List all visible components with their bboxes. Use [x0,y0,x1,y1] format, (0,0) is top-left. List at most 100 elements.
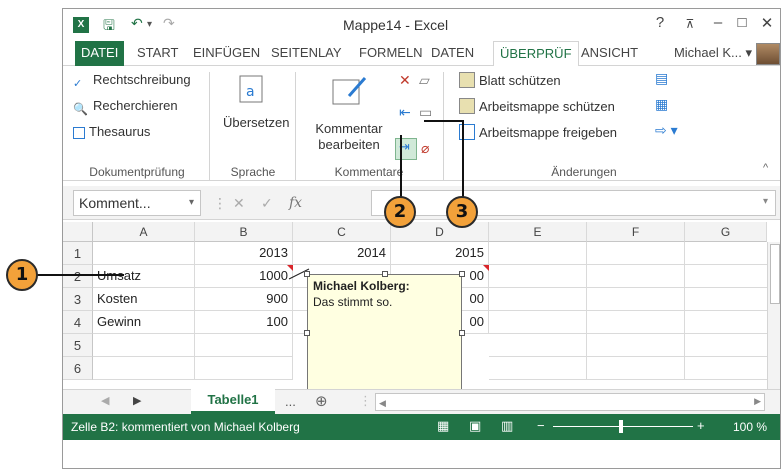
resize-handle[interactable] [382,271,388,277]
column-header-g[interactable]: G [685,222,767,242]
minimize-button[interactable]: – [706,14,730,31]
tab-ueberpruefen[interactable]: ÜBERPRÜF [493,41,579,67]
scroll-right-icon[interactable]: ▶ [133,394,141,407]
cell-b5[interactable] [195,334,293,357]
delete-comment-icon[interactable]: ✕ [399,72,411,89]
undo-icon[interactable]: ↶ [131,15,143,32]
resize-handle[interactable] [304,271,310,277]
row-header[interactable]: 5 [63,334,93,357]
edit-comment-button[interactable]: Kommentar bearbeiten [309,74,389,166]
translate-button[interactable]: a Übersetzen [223,74,289,154]
collapse-ribbon-icon[interactable]: ^ [763,162,768,174]
tab-seitenlayout[interactable]: SEITENLAY [265,41,348,66]
previous-comment-icon[interactable]: ⇤ [399,104,411,121]
cell-a4[interactable]: Gewinn [93,311,195,334]
cell-b1[interactable]: 2013 [195,242,293,265]
page-layout-view-icon[interactable]: ▣ [469,418,481,434]
cell-a1[interactable] [93,242,195,265]
spelling-button[interactable]: ✓ Rechtschreibung [73,72,191,93]
tab-formeln[interactable]: FORMELN [353,41,429,66]
protect-share-icon[interactable]: ▤ [655,70,668,87]
row-header[interactable]: 1 [63,242,93,265]
horizontal-scrollbar[interactable]: ◀ ▶ [375,393,765,411]
sheet-tab-tabelle1[interactable]: Tabelle1 [191,389,275,414]
maximize-button[interactable]: □ [730,14,754,31]
scroll-right-arrow-icon[interactable]: ▶ [754,396,761,407]
redo-icon[interactable]: ↷ [163,15,175,32]
avatar[interactable] [756,43,780,65]
cell-b4[interactable]: 100 [195,311,293,334]
tab-start[interactable]: START [131,41,184,66]
tab-ansicht[interactable]: ANSICHT [575,41,644,66]
row-header[interactable]: 3 [63,288,93,311]
name-box-dropdown-icon[interactable]: ▾ [189,191,194,215]
tab-daten[interactable]: DATEN [425,41,480,66]
tab-splitter-icon[interactable]: ⋮ [359,393,372,409]
resize-handle[interactable] [459,330,465,336]
protect-sheet-button[interactable]: Blatt schützen [459,72,561,88]
zoom-level[interactable]: 100 % [733,420,767,434]
cell-a5[interactable] [93,334,195,357]
cell-b2[interactable]: 1000 [195,265,293,288]
column-header-f[interactable]: F [587,222,685,242]
column-header-c[interactable]: C [293,222,391,242]
zoom-out-icon[interactable]: − [537,418,545,433]
show-ink-icon[interactable]: ⌀ [421,140,429,157]
help-button[interactable]: ? [648,14,672,31]
column-header-b[interactable]: B [195,222,293,242]
zoom-slider[interactable] [553,426,693,427]
allow-edit-ranges-icon[interactable]: ▦ [655,96,668,113]
protect-workbook-button[interactable]: Arbeitsmappe schützen [459,98,615,114]
comment-text[interactable]: Das stimmt so. [313,295,456,309]
cell-c1[interactable]: 2014 [293,242,391,265]
enter-icon[interactable]: ✓ [261,195,273,212]
share-workbook-button[interactable]: Arbeitsmappe freigeben [459,124,617,140]
page-break-view-icon[interactable]: ▥ [501,418,513,434]
next-comment-button[interactable]: ⇥ [395,138,417,160]
comment-box[interactable]: Michael Kolberg: Das stimmt so. [307,274,462,392]
scrollbar-thumb[interactable] [770,244,780,304]
show-all-comments-icon[interactable]: ▭ [419,104,432,121]
close-button[interactable]: ✕ [755,14,779,32]
expand-formula-bar-icon[interactable]: ▾ [763,196,768,207]
scroll-left-icon[interactable]: ◀ [101,394,109,407]
empty-cells[interactable] [489,242,767,380]
research-button[interactable]: 🔍 Recherchieren [73,98,178,118]
save-icon[interactable]: 🖫 [103,15,115,39]
add-sheet-button[interactable]: ⊕ [315,392,328,410]
cell-b6[interactable] [195,357,293,380]
row-header[interactable]: 6 [63,357,93,380]
more-sheets-button[interactable]: ... [285,394,296,409]
scroll-left-arrow-icon[interactable]: ◀ [376,398,386,408]
show-hide-comment-icon[interactable]: ▱ [419,72,430,89]
track-changes-icon[interactable]: ⇨ ▾ [655,122,678,139]
undo-dropdown-icon[interactable]: ▾ [147,19,152,30]
thesaurus-button[interactable]: Thesaurus [73,124,150,139]
cell-b3[interactable]: 900 [195,288,293,311]
resize-handle[interactable] [304,330,310,336]
row-header[interactable]: 2 [63,265,93,288]
zoom-in-icon[interactable]: + [697,418,705,433]
vertical-scrollbar[interactable] [767,242,780,389]
cell-a6[interactable] [93,357,195,380]
column-header-e[interactable]: E [489,222,587,242]
column-header-a[interactable]: A [93,222,195,242]
tab-einfuegen[interactable]: EINFÜGEN [187,41,266,66]
normal-view-icon[interactable]: ▦ [437,418,449,434]
row-header[interactable]: 4 [63,311,93,334]
cell-d1[interactable]: 2015 [391,242,489,265]
tab-datei[interactable]: DATEI [75,41,125,66]
formula-bar-splitter-icon[interactable]: ⋮ [213,195,227,212]
cell-a2[interactable]: Umsatz [93,265,195,288]
name-box[interactable]: Komment... ▾ [73,190,201,216]
zoom-slider-thumb[interactable] [619,420,623,433]
cell-a3[interactable]: Kosten [93,288,195,311]
cancel-icon[interactable]: ✕ [233,195,245,212]
select-all-corner[interactable] [63,222,93,242]
formula-input[interactable] [371,190,776,216]
ribbon-display-options-icon[interactable]: ⊼ [678,17,702,31]
resize-handle[interactable] [459,271,465,277]
user-name[interactable]: Michael K... [674,45,742,60]
insert-function-icon[interactable]: fx [289,195,302,211]
user-account[interactable]: Michael K... ▾ [674,41,752,66]
